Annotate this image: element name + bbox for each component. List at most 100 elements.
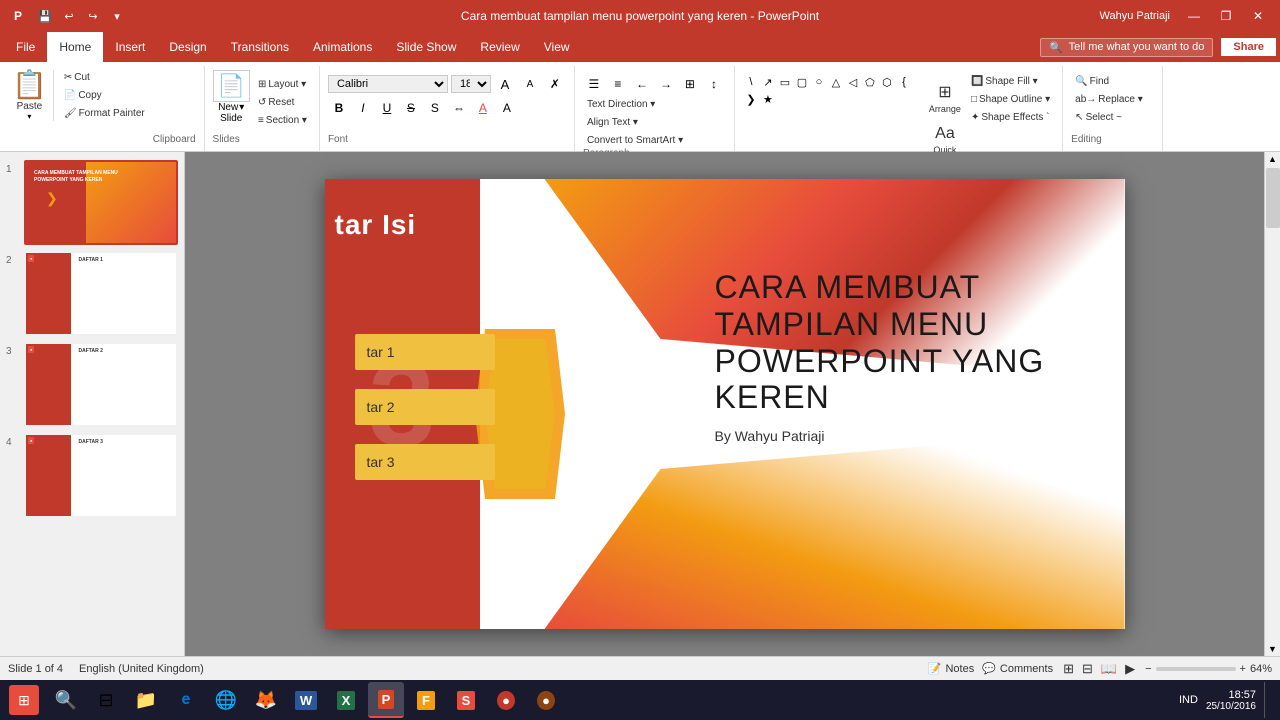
taskbar-firefox[interactable]: 🦊 [248,682,284,718]
arrange-button[interactable]: ⊞ Arrange [927,74,963,122]
slide-thumb-2[interactable]: 2 ● DAFTAR 1 [6,251,178,336]
zoom-slider[interactable] [1156,667,1236,671]
daftar-title[interactable]: tar Isi [335,209,417,241]
taskbar-word[interactable]: W [288,682,324,718]
notes-button[interactable]: 📝 Notes [928,662,974,675]
slide-thumb-3[interactable]: 3 ● DAFTAR 2 [6,342,178,427]
font-size-select[interactable]: 18 [451,75,491,93]
tab-view[interactable]: View [532,32,582,62]
taskbar-app-dark[interactable]: ● [528,682,564,718]
chevron-tool[interactable]: ❯ [743,91,759,107]
convert-smartart-button[interactable]: Convert to SmartArt ▾ [583,133,687,148]
tab-review[interactable]: Review [468,32,531,62]
save-button[interactable]: 💾 [34,5,56,27]
decrease-indent-button[interactable]: ← [631,74,653,94]
highlight-button[interactable]: A [496,98,518,118]
start-button[interactable]: ⊞ [4,682,44,718]
numbering-button[interactable]: ≡ [607,74,629,94]
taskbar-app-s[interactable]: S [448,682,484,718]
undo-button[interactable]: ↩ [58,5,80,27]
tab-file[interactable]: File [4,32,47,62]
menu-item-1[interactable]: tar 1 [355,334,495,370]
shape-outline-button[interactable]: □Shape Outline ▾ [967,92,1054,107]
right-scrollbar[interactable]: ▲ ▼ [1264,152,1280,656]
taskbar-powerpoint[interactable]: P [368,682,404,718]
zoom-in-button[interactable]: + [1240,663,1246,675]
slide-panel[interactable]: 1 CARA MEMBUAT TAMPILAN MENU POWERPOINT … [0,152,185,656]
slide-canvas[interactable]: 3 tar Isi tar 1 tar 2 [325,179,1125,629]
taskbar-app-f[interactable]: F [408,682,444,718]
section-button[interactable]: ≡Section ▾ [254,113,311,128]
font-name-select[interactable]: Calibri [328,75,448,93]
align-text-button[interactable]: Align Text ▾ [583,115,642,130]
bracket-tool[interactable]: { [896,74,912,90]
select-button[interactable]: ↖Select ~ [1071,110,1147,125]
redo-button[interactable]: ↪ [82,5,104,27]
ribbon-search[interactable]: 🔍 Tell me what you want to do [1040,38,1213,57]
slideshow-button[interactable]: ▶ [1123,659,1137,679]
show-desktop-button[interactable] [1264,682,1268,718]
font-color-button[interactable]: A [472,98,494,118]
increase-indent-button[interactable]: → [655,74,677,94]
slide-sorter-button[interactable]: ⊟ [1080,659,1095,679]
taskbar-edge[interactable]: e [168,682,204,718]
underline-button[interactable]: U [376,98,398,118]
taskbar-chrome[interactable]: 🌐 [208,682,244,718]
scroll-down-button[interactable]: ▼ [1266,642,1280,656]
minimize-button[interactable]: — [1180,5,1208,27]
normal-view-button[interactable]: ⊞ [1061,659,1076,679]
taskbar-file-explorer[interactable]: 📁 [128,682,164,718]
taskbar-app-red[interactable]: ● [488,682,524,718]
slide-1-preview[interactable]: CARA MEMBUAT TAMPILAN MENU POWERPOINT YA… [24,160,178,245]
oval-tool[interactable]: ○ [811,74,827,90]
italic-button[interactable]: I [352,98,374,118]
scroll-thumb[interactable] [1266,168,1280,228]
zoom-out-button[interactable]: − [1145,663,1151,675]
cut-button[interactable]: ✂Cut [60,70,149,85]
slide-3-preview[interactable]: ● DAFTAR 2 [24,342,178,427]
shape-effects-button[interactable]: ✦Shape Effects ` [967,110,1054,125]
hexagon-tool[interactable]: ⬡ [879,74,895,90]
tab-insert[interactable]: Insert [103,32,157,62]
line-spacing-button[interactable]: ↕ [703,74,725,94]
shape-fill-button[interactable]: 🔲Shape Fill ▾ [967,74,1054,89]
rect-tool[interactable]: ▭ [777,74,793,90]
replace-button[interactable]: ab→Replace ▾ [1071,92,1147,107]
slide-2-preview[interactable]: ● DAFTAR 1 [24,251,178,336]
decrease-font-button[interactable]: A [519,74,541,94]
shadow-button[interactable]: S [424,98,446,118]
menu-item-3[interactable]: tar 3 [355,444,495,480]
paste-button[interactable]: 📋 Paste ▾ [12,70,54,121]
arrow-tool[interactable]: ↗ [760,74,776,90]
reset-button[interactable]: ↺Reset [254,95,311,110]
clear-format-button[interactable]: ✗ [544,74,566,94]
menu-item-2[interactable]: tar 2 [355,389,495,425]
slide-thumb-1[interactable]: 1 CARA MEMBUAT TAMPILAN MENU POWERPOINT … [6,160,178,245]
find-button[interactable]: 🔍Find [1071,74,1147,89]
copy-button[interactable]: 📄Copy [60,88,149,103]
triangle-tool[interactable]: △ [828,74,844,90]
tab-slideshow[interactable]: Slide Show [384,32,468,62]
columns-button[interactable]: ⊞ [679,74,701,94]
rounded-rect-tool[interactable]: ▢ [794,74,810,90]
spacing-button[interactable]: ⇔ [448,98,470,118]
taskbar-task-view[interactable]: ⊟ [88,682,124,718]
text-direction-button[interactable]: Text Direction ▾ [583,97,659,112]
star-tool[interactable]: ★ [760,91,776,107]
customize-quick-access-button[interactable]: ▾ [106,5,128,27]
format-painter-button[interactable]: 🖌Format Painter [60,106,149,121]
share-button[interactable]: Share [1221,38,1276,56]
reading-view-button[interactable]: 📖 [1099,659,1119,679]
tab-animations[interactable]: Animations [301,32,384,62]
pentagon-tool[interactable]: ⬠ [862,74,878,90]
rtriangle-tool[interactable]: ◁ [845,74,861,90]
tab-home[interactable]: Home [47,32,103,62]
tab-transitions[interactable]: Transitions [219,32,301,62]
restore-button[interactable]: ❐ [1212,5,1240,27]
scroll-up-button[interactable]: ▲ [1266,152,1280,166]
taskbar-excel[interactable]: X [328,682,364,718]
layout-button[interactable]: ⊞Layout ▾ [254,77,311,92]
taskbar-search[interactable]: 🔍 [48,682,84,718]
comments-button[interactable]: 💬 Comments [982,662,1053,675]
canvas-area[interactable]: 3 tar Isi tar 1 tar 2 [185,152,1264,656]
